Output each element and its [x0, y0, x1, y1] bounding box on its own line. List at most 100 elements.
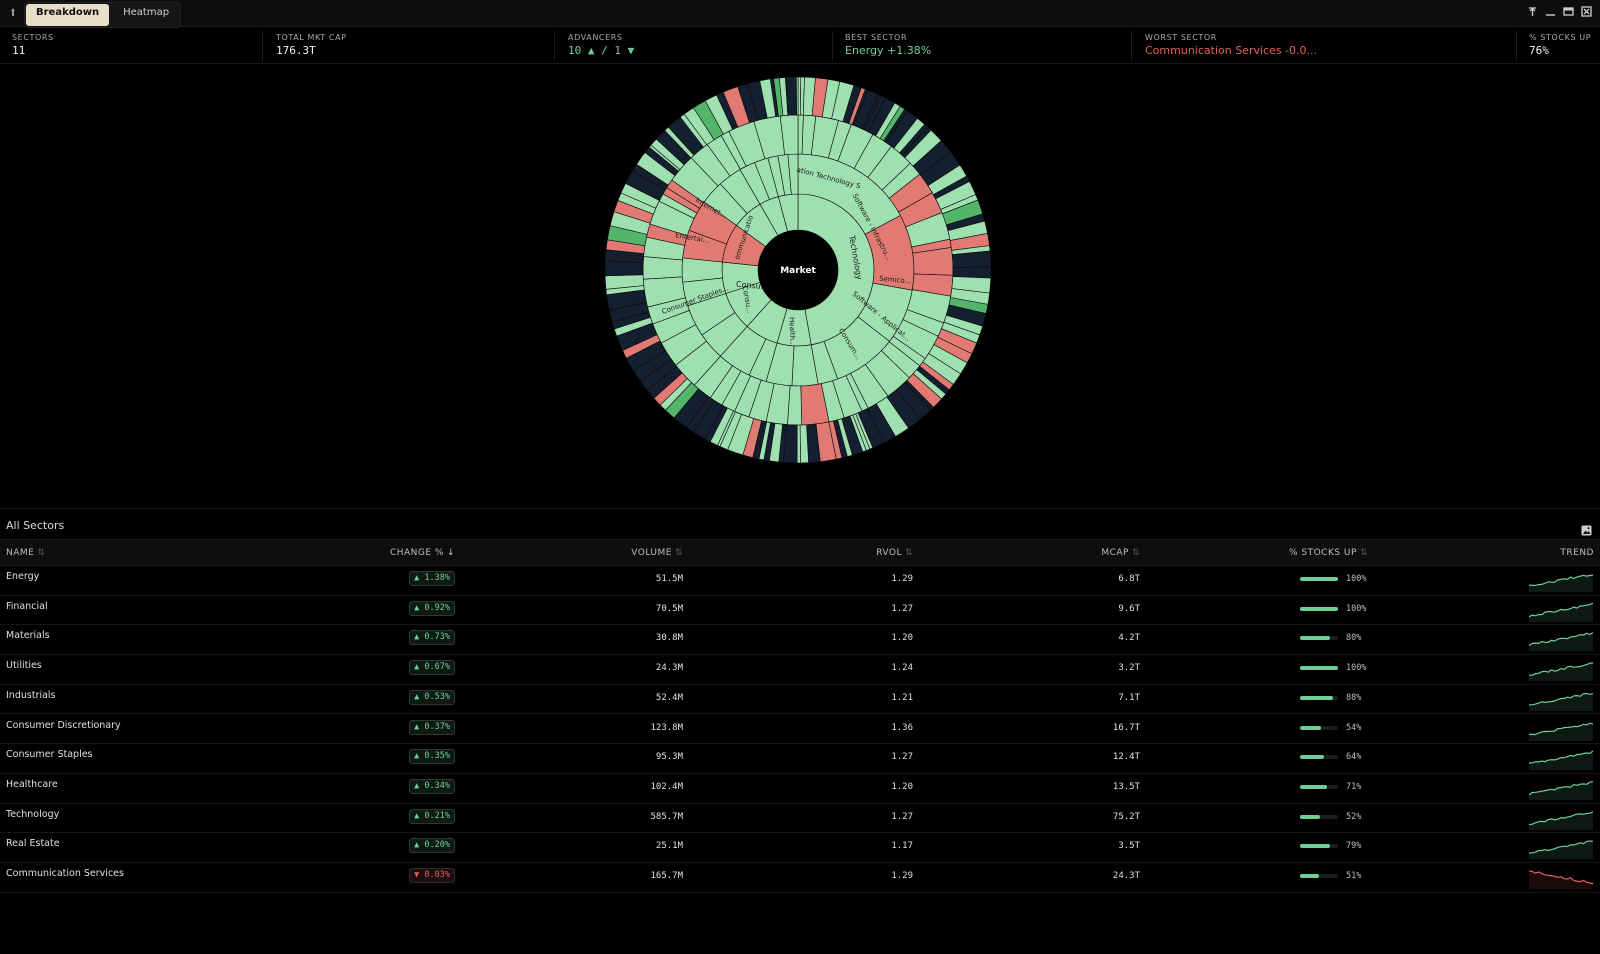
stocks-up-bar-fill: [1300, 844, 1331, 849]
stock-segment[interactable]: [796, 424, 801, 464]
stocks-up-value: 100%: [1346, 663, 1367, 674]
stat-label: ADVANCERS: [568, 33, 623, 42]
sparkline-area: [1529, 693, 1593, 711]
rvol-value: 1.36: [891, 722, 913, 733]
image-export-icon[interactable]: [1581, 521, 1592, 536]
column-header-volume[interactable]: VOLUME ⇅: [631, 548, 683, 558]
table-row[interactable]: Communication Services ▼ 0.03% 165.7M 1.…: [0, 862, 1600, 893]
rvol-value: 1.29: [891, 871, 913, 881]
rvol-value: 1.27: [891, 603, 913, 614]
table-row[interactable]: Utilities ▲ 0.67% 24.3M 1.24 3.2T 100%: [0, 654, 1600, 685]
column-label: TREND: [1560, 548, 1594, 558]
trend-sparkline: [1529, 722, 1593, 741]
stocks-up-value: 71%: [1346, 781, 1362, 792]
change-value: 0.34%: [424, 780, 450, 791]
divider: [262, 31, 263, 61]
caret-up-icon: ▲: [414, 721, 420, 732]
rvol-value: 1.20: [891, 633, 913, 644]
stat-value: 11: [12, 44, 26, 57]
maximize-icon[interactable]: [1562, 5, 1574, 17]
stocks-up-bar: [1300, 636, 1338, 641]
table-row[interactable]: Technology ▲ 0.21% 585.7M 1.27 75.2T 52%: [0, 803, 1600, 834]
minimize-icon[interactable]: [1544, 5, 1556, 17]
stat-value: Communication Services -0.0...: [1145, 44, 1318, 57]
tab-heatmap[interactable]: Heatmap: [113, 4, 179, 26]
stocks-up-value: 79%: [1346, 841, 1362, 852]
sort-icon: ⇅: [904, 548, 913, 558]
stocks-up-bar: [1300, 874, 1338, 878]
sector-name: Communication Services: [6, 868, 124, 879]
table-row[interactable]: Materials ▲ 0.73% 30.8M 1.20 4.2T 80%: [0, 624, 1600, 656]
table-row[interactable]: Consumer Discretionary ▲ 0.37% 123.8M 1.…: [0, 714, 1600, 745]
sort-desc-icon: ↓: [446, 548, 455, 558]
close-icon[interactable]: [1580, 5, 1592, 17]
table-row[interactable]: Healthcare ▲ 0.34% 102.4M 1.20 13.5T 71%: [0, 773, 1600, 804]
volume-value: 30.8M: [655, 633, 683, 644]
divider: [554, 31, 555, 61]
change-badge: ▲ 0.37%: [409, 719, 455, 735]
column-header-trend: TREND: [1560, 548, 1594, 558]
stocks-up-bar: [1300, 725, 1338, 730]
column-label: RVOL: [876, 548, 902, 558]
sub-industry-segment[interactable]: [642, 256, 683, 280]
change-value: 0.67%: [424, 662, 450, 673]
caret-down-icon: ▼: [414, 870, 420, 880]
sector-name: Utilities: [6, 660, 42, 672]
volume-value: 24.3M: [655, 663, 683, 674]
stocks-up-bar: [1300, 695, 1338, 700]
stocks-up-bar-fill: [1300, 636, 1331, 641]
volume-value: 165.7M: [650, 871, 683, 881]
sector-sunburst-chart[interactable]: Marketation Technology SSoftware - Infra…: [598, 70, 998, 470]
stocks-up-bar: [1300, 577, 1338, 581]
change-badge: ▲ 0.53%: [409, 689, 455, 705]
panel-title: All Sectors: [6, 519, 65, 532]
stat-stocks-up: % STOCKS UP 76%: [1529, 33, 1591, 57]
trend-sparkline: [1529, 840, 1593, 860]
table-row[interactable]: Financial ▲ 0.92% 70.5M 1.27 9.6T 100%: [0, 595, 1600, 626]
tab-breakdown[interactable]: Breakdown: [26, 4, 110, 26]
column-header-change[interactable]: CHANGE % ↓: [390, 548, 455, 558]
mcap-value: 16.7T: [1112, 722, 1140, 733]
title-bar: Breakdown Heatmap: [0, 0, 1600, 28]
divider: [1516, 31, 1517, 61]
table-row[interactable]: Consumer Staples ▲ 0.35% 95.3M 1.27 12.4…: [0, 743, 1600, 774]
sector-name: Financial: [6, 600, 48, 612]
trend-sparkline: [1529, 780, 1593, 800]
caret-up-icon: ▲: [414, 840, 420, 851]
sort-icon: ⇅: [1359, 548, 1368, 558]
change-badge: ▲ 0.20%: [409, 838, 455, 854]
volume-value: 585.7M: [650, 811, 683, 822]
view-tabs: Breakdown Heatmap: [24, 2, 182, 28]
table-row[interactable]: Energy ▲ 1.38% 51.5M 1.29 6.8T 100%: [0, 565, 1600, 596]
trend-sparkline: [1529, 692, 1593, 711]
column-label: % STOCKS UP: [1288, 548, 1357, 558]
column-header-mcap[interactable]: MCAP ⇅: [1101, 548, 1140, 558]
stock-segment[interactable]: [952, 266, 992, 279]
caret-up-icon: ▲: [414, 573, 420, 583]
volume-value: 25.1M: [655, 841, 683, 852]
stock-segment[interactable]: [796, 76, 799, 116]
stock-segment[interactable]: [604, 260, 644, 277]
column-header-name[interactable]: NAME ⇅: [6, 548, 45, 558]
stat-label: TOTAL MKT CAP: [276, 33, 347, 42]
table-row[interactable]: Real Estate ▲ 0.20% 25.1M 1.17 3.5T 79%: [0, 832, 1600, 863]
sector-name: Healthcare: [6, 778, 58, 790]
change-badge: ▲ 0.67%: [409, 660, 455, 676]
caret-up-icon: ▲: [414, 691, 420, 702]
column-header-rvol[interactable]: RVOL ⇅: [876, 548, 913, 558]
sector-name: Technology: [6, 808, 60, 820]
change-value: 0.37%: [424, 721, 450, 732]
column-header-stocks-up[interactable]: % STOCKS UP ⇅: [1289, 548, 1368, 558]
caret-up-icon: ▲: [414, 632, 420, 643]
rvol-value: 1.29: [891, 574, 913, 584]
stat-label: BEST SECTOR: [845, 33, 908, 42]
stocks-up-bar-fill: [1300, 577, 1338, 581]
column-label: NAME: [6, 548, 35, 558]
pin-icon[interactable]: [1526, 5, 1538, 17]
change-badge: ▼ 0.03%: [409, 868, 455, 883]
table-row[interactable]: Industrials ▲ 0.53% 52.4M 1.21 7.1T 88%: [0, 684, 1600, 715]
stat-label: WORST SECTOR: [1145, 33, 1217, 42]
stocks-up-bar: [1300, 844, 1338, 849]
volume-value: 70.5M: [655, 603, 683, 614]
sector-name: Energy: [6, 571, 40, 582]
